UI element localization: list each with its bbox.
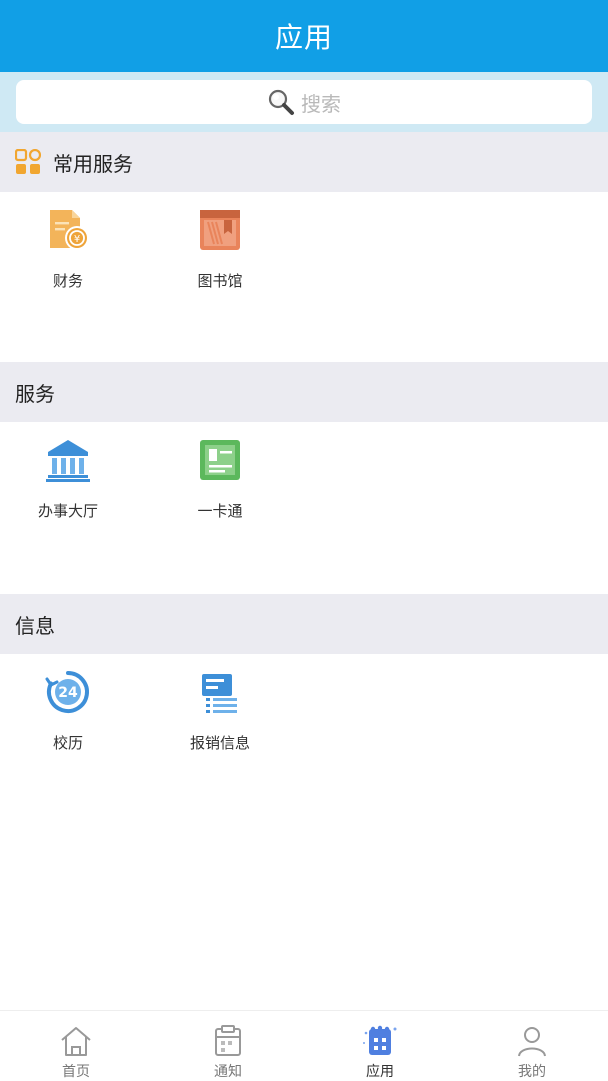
apps-grid-icon [15, 149, 41, 174]
tab-notice[interactable]: 通知 [152, 1011, 304, 1081]
reimbursement-list-icon [202, 674, 237, 713]
tab-label: 通知 [214, 1064, 242, 1080]
svg-text:24: 24 [58, 685, 78, 701]
app-tile-service-hall[interactable]: 办事大厅 [8, 422, 128, 532]
library-book-icon [200, 210, 240, 250]
page-title: 应用 [274, 21, 333, 54]
section-header-info: 信息 [0, 594, 608, 654]
section-grid-frequent: ¥ 财务 图书馆 [0, 192, 608, 362]
svg-text:¥: ¥ [74, 234, 80, 245]
app-header: 应用 [0, 0, 608, 72]
tab-label: 我的 [518, 1064, 546, 1080]
service-hall-icon [46, 440, 90, 482]
section-grid-services: 办事大厅 一卡通 [0, 422, 608, 594]
app-tile-label: 财务 [52, 272, 83, 290]
campus-card-icon [200, 440, 240, 480]
app-tile-library[interactable]: 图书馆 [160, 192, 280, 302]
calendar-24-icon: 24 [45, 671, 89, 713]
bottom-tab-bar: 首页 通知 应用 我的 [0, 1010, 608, 1081]
app-tile-label: 报销信息 [189, 734, 250, 752]
home-icon [61, 1027, 91, 1056]
search-placeholder: 搜索 [301, 91, 341, 116]
section-grid-info: 24 校历 报销信息 [0, 654, 608, 826]
app-tile-label: 一卡通 [197, 502, 243, 520]
section-title: 常用服务 [53, 151, 133, 176]
app-tile-reimbursement[interactable]: 报销信息 [160, 654, 280, 764]
app-tile-label: 校历 [52, 734, 83, 752]
profile-icon [518, 1027, 546, 1057]
app-tile-label: 办事大厅 [37, 502, 98, 520]
tab-home[interactable]: 首页 [0, 1011, 152, 1081]
tab-apps[interactable]: 应用 [304, 1011, 456, 1081]
search-input[interactable]: 搜索 [16, 80, 592, 124]
app-tile-campus-card[interactable]: 一卡通 [160, 422, 280, 532]
tab-label: 首页 [62, 1064, 90, 1080]
notice-icon [215, 1025, 241, 1056]
section-header-services: 服务 [0, 362, 608, 422]
tab-label: 应用 [366, 1064, 394, 1080]
apps-icon [363, 1025, 397, 1055]
section-title: 服务 [15, 381, 55, 406]
search-icon [268, 89, 294, 115]
section-title: 信息 [15, 613, 55, 638]
search-bar-area: 搜索 [0, 72, 608, 132]
finance-icon: ¥ [50, 210, 89, 250]
section-header-frequent: 常用服务 [0, 132, 608, 192]
app-tile-label: 图书馆 [197, 272, 243, 290]
app-tile-finance[interactable]: ¥ 财务 [8, 192, 128, 302]
app-tile-school-calendar[interactable]: 24 校历 [8, 654, 128, 764]
tab-profile[interactable]: 我的 [456, 1011, 608, 1081]
